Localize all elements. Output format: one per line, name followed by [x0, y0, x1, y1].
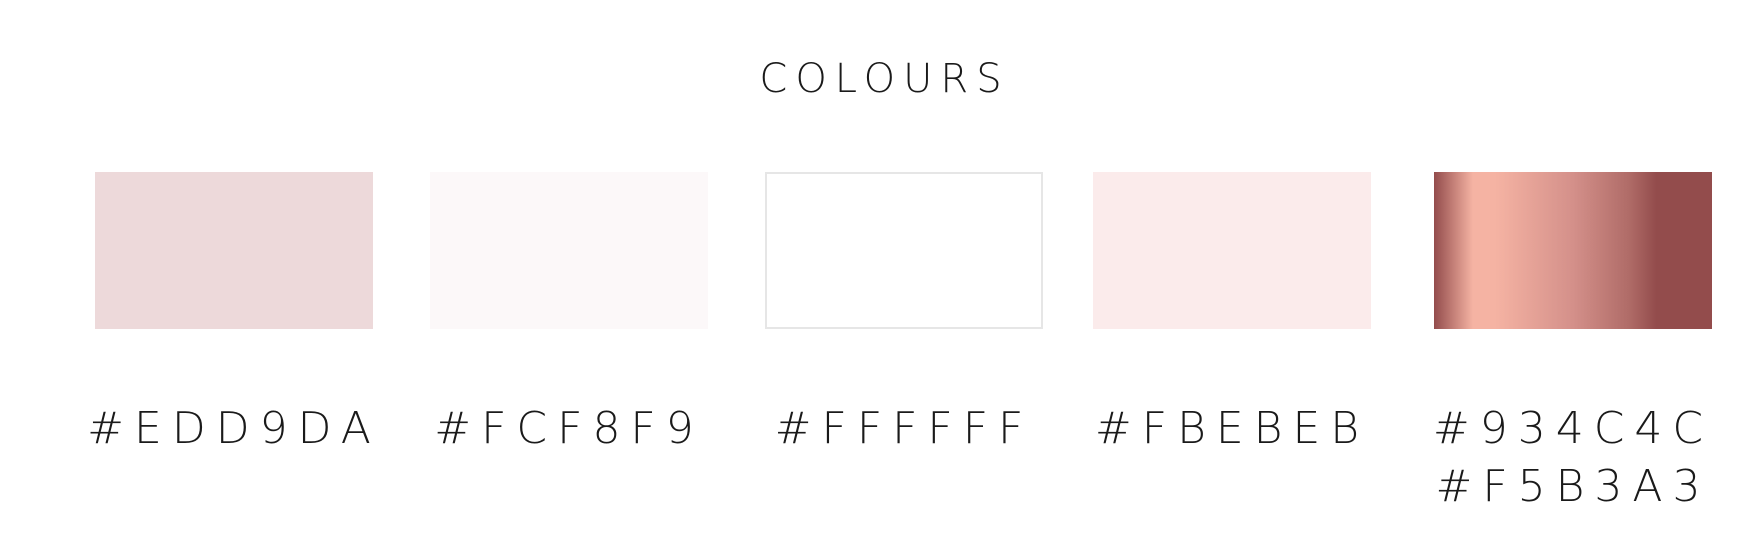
color-label-line: #F5B3A3 [1435, 461, 1711, 512]
color-swatch-4 [1093, 172, 1371, 329]
color-label-5: #934C4C #F5B3A3 [1403, 400, 1743, 516]
color-swatch-2 [430, 172, 708, 329]
color-label-line: #FBEBEB [1094, 403, 1370, 454]
color-swatch-5 [1434, 172, 1712, 329]
color-swatch-1 [95, 172, 373, 329]
color-swatch-3 [765, 172, 1043, 329]
page-title: COLOURS [759, 56, 1010, 102]
color-label-line: #FFFFFF [774, 403, 1034, 454]
color-label-4: #FBEBEB [1062, 400, 1402, 458]
color-label-line: #FCF8F9 [434, 403, 704, 454]
color-label-line: #934C4C [1432, 403, 1714, 454]
color-label-1: #EDD9DA [64, 400, 404, 458]
color-label-line: #EDD9DA [87, 403, 381, 454]
color-label-3: #FFFFFF [734, 400, 1074, 458]
color-label-2: #FCF8F9 [399, 400, 739, 458]
